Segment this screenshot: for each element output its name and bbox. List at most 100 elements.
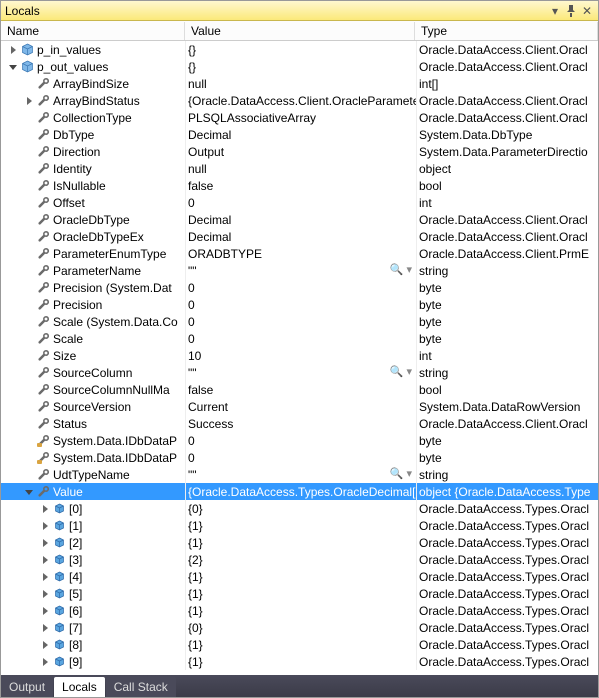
value-cell[interactable]: ""🔍 ▾ xyxy=(186,466,416,483)
window-options-button[interactable]: ▾ xyxy=(548,4,562,18)
name-cell[interactable]: SourceColumnNullMa xyxy=(1,381,185,398)
expander-closed[interactable] xyxy=(39,639,51,651)
value-cell[interactable]: 0 xyxy=(186,296,416,313)
name-cell[interactable]: Scale xyxy=(1,330,185,347)
value-cell[interactable]: {1} xyxy=(186,534,416,551)
variable-row[interactable]: IsNullablefalsebool xyxy=(1,177,598,194)
variable-row[interactable]: [3]{2}Oracle.DataAccess.Types.Oracl xyxy=(1,551,598,568)
name-cell[interactable]: OracleDbTypeEx xyxy=(1,228,185,245)
variable-row[interactable]: Scale0byte xyxy=(1,330,598,347)
expander-open[interactable] xyxy=(7,61,19,73)
variable-row[interactable]: [2]{1}Oracle.DataAccess.Types.Oracl xyxy=(1,534,598,551)
name-cell[interactable]: System.Data.IDbDataP xyxy=(1,432,185,449)
variable-row[interactable]: SourceVersionCurrentSystem.Data.DataRowV… xyxy=(1,398,598,415)
variable-row[interactable]: ArrayBindSizenullint[] xyxy=(1,75,598,92)
variable-row[interactable]: Identitynullobject xyxy=(1,160,598,177)
expander-closed[interactable] xyxy=(39,605,51,617)
variable-row[interactable]: ArrayBindStatus{Oracle.DataAccess.Client… xyxy=(1,92,598,109)
variable-row[interactable]: DbTypeDecimalSystem.Data.DbType xyxy=(1,126,598,143)
value-cell[interactable]: Decimal xyxy=(186,228,416,245)
visualizer-icon[interactable]: 🔍 ▾ xyxy=(390,365,412,378)
variable-row[interactable]: SourceColumnNullMafalsebool xyxy=(1,381,598,398)
expander-open[interactable] xyxy=(23,486,35,498)
variable-row[interactable]: StatusSuccessOracle.DataAccess.Client.Or… xyxy=(1,415,598,432)
close-button[interactable]: ✕ xyxy=(580,4,594,18)
value-cell[interactable]: {0} xyxy=(186,619,416,636)
name-cell[interactable]: Offset xyxy=(1,194,185,211)
value-cell[interactable]: Decimal xyxy=(186,211,416,228)
variable-row[interactable]: Precision (System.Dat0byte xyxy=(1,279,598,296)
value-cell[interactable]: PLSQLAssociativeArray xyxy=(186,109,416,126)
variable-row[interactable]: Value{Oracle.DataAccess.Types.OracleDeci… xyxy=(1,483,598,500)
value-cell[interactable]: null xyxy=(186,75,416,92)
tab-output[interactable]: Output xyxy=(1,677,53,697)
variable-row[interactable]: p_in_values{}Oracle.DataAccess.Client.Or… xyxy=(1,41,598,58)
variable-row[interactable]: UdtTypeName""🔍 ▾string xyxy=(1,466,598,483)
value-cell[interactable]: {2} xyxy=(186,551,416,568)
name-cell[interactable]: [5] xyxy=(1,585,185,602)
expander-closed[interactable] xyxy=(7,44,19,56)
value-cell[interactable]: null xyxy=(186,160,416,177)
value-cell[interactable]: Decimal xyxy=(186,126,416,143)
value-cell[interactable]: {1} xyxy=(186,568,416,585)
column-header-type[interactable]: Type xyxy=(415,22,598,40)
name-cell[interactable]: OracleDbType xyxy=(1,211,185,228)
tab-call-stack[interactable]: Call Stack xyxy=(106,677,176,697)
name-cell[interactable]: [4] xyxy=(1,568,185,585)
value-cell[interactable]: {Oracle.DataAccess.Client.OracleParamete xyxy=(186,92,416,109)
expander-closed[interactable] xyxy=(39,622,51,634)
name-cell[interactable]: ArrayBindStatus xyxy=(1,92,185,109)
name-cell[interactable]: DbType xyxy=(1,126,185,143)
variable-row[interactable]: CollectionTypePLSQLAssociativeArrayOracl… xyxy=(1,109,598,126)
name-cell[interactable]: ParameterName xyxy=(1,262,185,279)
variable-row[interactable]: Size10int xyxy=(1,347,598,364)
data-grid[interactable]: p_in_values{}Oracle.DataAccess.Client.Or… xyxy=(1,41,598,675)
column-header-name[interactable]: Name xyxy=(1,22,185,40)
value-cell[interactable]: 10 xyxy=(186,347,416,364)
variable-row[interactable]: ParameterName""🔍 ▾string xyxy=(1,262,598,279)
name-cell[interactable]: System.Data.IDbDataP xyxy=(1,449,185,466)
value-cell[interactable]: {1} xyxy=(186,636,416,653)
pin-button[interactable] xyxy=(564,4,578,18)
variable-row[interactable]: [8]{1}Oracle.DataAccess.Types.Oracl xyxy=(1,636,598,653)
value-cell[interactable]: ""🔍 ▾ xyxy=(186,262,416,279)
value-cell[interactable]: 0 xyxy=(186,313,416,330)
value-cell[interactable]: 0 xyxy=(186,194,416,211)
value-cell[interactable]: {1} xyxy=(186,585,416,602)
expander-closed[interactable] xyxy=(39,554,51,566)
tab-locals[interactable]: Locals xyxy=(54,677,105,697)
expander-closed[interactable] xyxy=(39,503,51,515)
name-cell[interactable]: Value xyxy=(1,483,185,500)
name-cell[interactable]: Precision xyxy=(1,296,185,313)
name-cell[interactable]: [6] xyxy=(1,602,185,619)
expander-closed[interactable] xyxy=(39,520,51,532)
column-header-value[interactable]: Value xyxy=(185,22,415,40)
name-cell[interactable]: Direction xyxy=(1,143,185,160)
name-cell[interactable]: p_out_values xyxy=(1,58,185,75)
value-cell[interactable]: {Oracle.DataAccess.Types.OracleDecimal[1 xyxy=(186,483,416,500)
variable-row[interactable]: [4]{1}Oracle.DataAccess.Types.Oracl xyxy=(1,568,598,585)
name-cell[interactable]: SourceColumn xyxy=(1,364,185,381)
name-cell[interactable]: Precision (System.Dat xyxy=(1,279,185,296)
expander-closed[interactable] xyxy=(39,656,51,668)
variable-row[interactable]: Precision0byte xyxy=(1,296,598,313)
value-cell[interactable]: 0 xyxy=(186,279,416,296)
name-cell[interactable]: SourceVersion xyxy=(1,398,185,415)
variable-row[interactable]: [0]{0}Oracle.DataAccess.Types.Oracl xyxy=(1,500,598,517)
name-cell[interactable]: [0] xyxy=(1,500,185,517)
variable-row[interactable]: SourceColumn""🔍 ▾string xyxy=(1,364,598,381)
value-cell[interactable]: {1} xyxy=(186,602,416,619)
expander-closed[interactable] xyxy=(39,537,51,549)
expander-closed[interactable] xyxy=(39,588,51,600)
name-cell[interactable]: Size xyxy=(1,347,185,364)
variable-row[interactable]: ParameterEnumTypeORADBTYPEOracle.DataAcc… xyxy=(1,245,598,262)
value-cell[interactable]: ORADBTYPE xyxy=(186,245,416,262)
variable-row[interactable]: [5]{1}Oracle.DataAccess.Types.Oracl xyxy=(1,585,598,602)
value-cell[interactable]: 0 xyxy=(186,432,416,449)
visualizer-icon[interactable]: 🔍 ▾ xyxy=(390,467,412,480)
name-cell[interactable]: [1] xyxy=(1,517,185,534)
value-cell[interactable]: false xyxy=(186,381,416,398)
variable-row[interactable]: [7]{0}Oracle.DataAccess.Types.Oracl xyxy=(1,619,598,636)
variable-row[interactable]: [6]{1}Oracle.DataAccess.Types.Oracl xyxy=(1,602,598,619)
titlebar[interactable]: Locals ▾ ✕ xyxy=(1,1,598,21)
